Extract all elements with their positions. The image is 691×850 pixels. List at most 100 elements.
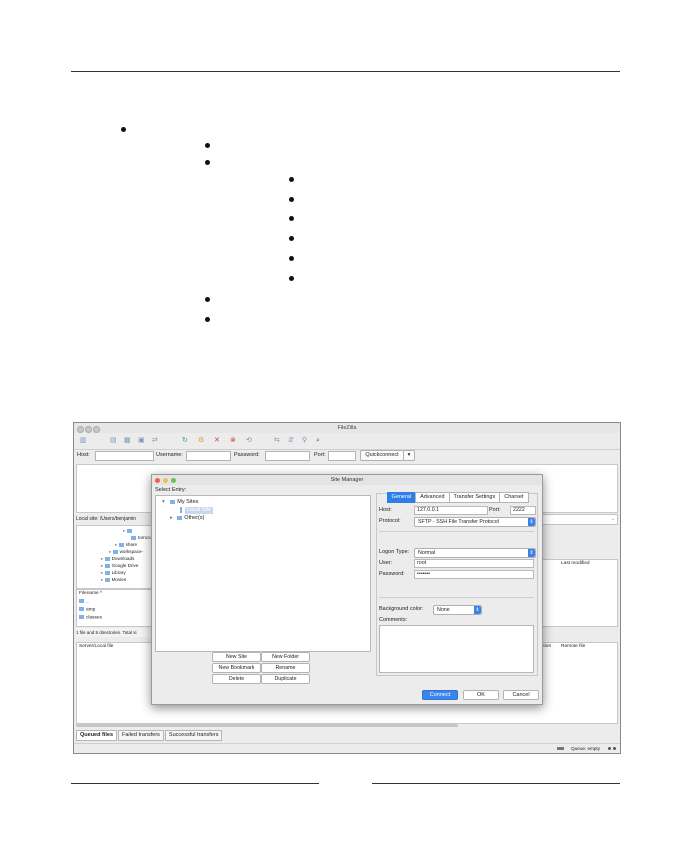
host-input[interactable] — [95, 451, 154, 461]
server-local-file-header[interactable]: Server/Local file — [79, 644, 113, 650]
local-directory-tree[interactable]: ▸ tomco ▸ share ▸ workspace- ▸ Downloads… — [76, 525, 156, 589]
protocol-select[interactable]: SFTP - SSH File Transfer Protocol ⇕ — [414, 517, 536, 527]
tree-item[interactable]: ▸ share — [115, 542, 137, 548]
window-titlebar: FileZilla — [74, 423, 620, 433]
toggle-remote-tree-icon[interactable]: ▣ — [138, 437, 145, 445]
connect-button[interactable]: Connect — [422, 690, 458, 700]
folder-icon — [131, 535, 136, 540]
tree-item[interactable]: ▸ Movies — [101, 577, 126, 583]
cancel-operation-icon[interactable]: ✕ — [214, 437, 220, 445]
remote-file-list[interactable]: Last modified — [540, 559, 618, 627]
background-color-select[interactable]: None ⇕ — [433, 605, 482, 615]
reconnect-icon[interactable]: ⟲ — [246, 437, 252, 445]
new-folder-button[interactable]: New Folder — [261, 652, 310, 662]
minimize-button[interactable] — [163, 477, 168, 483]
port-label: Port: — [489, 507, 501, 513]
close-button[interactable] — [155, 477, 160, 483]
bullet — [289, 197, 294, 202]
tab-queued-files[interactable]: Queued files — [76, 730, 118, 741]
local-site-label: Local site: /Users/benjamin — [76, 516, 137, 522]
host-label: Host: — [379, 507, 392, 513]
tree-item-label: Downloads — [111, 556, 135, 561]
last-modified-column-header[interactable]: Last modified — [561, 561, 590, 567]
tree-item-local-site[interactable]: Local Site — [180, 507, 214, 515]
delete-button[interactable]: Delete — [212, 674, 261, 684]
logon-type-select[interactable]: Normal ⇕ — [414, 548, 536, 558]
tree-item[interactable]: tomco — [131, 535, 151, 541]
ok-button[interactable]: OK — [463, 690, 499, 700]
list-item[interactable]: classes — [79, 615, 102, 621]
close-button[interactable] — [77, 426, 84, 433]
tab-successful-transfers[interactable]: Successful transfers — [164, 730, 223, 741]
bullet — [289, 216, 294, 221]
username-input[interactable] — [186, 451, 231, 461]
new-bookmark-button[interactable]: New Bookmark — [212, 663, 261, 673]
tree-item-label: Google Drive — [111, 563, 139, 568]
toggle-local-tree-icon[interactable]: ▦ — [124, 437, 131, 445]
tab-charset[interactable]: Charset — [499, 492, 529, 503]
zoom-button[interactable] — [93, 426, 100, 433]
tab-transfer-settings[interactable]: Transfer Settings — [448, 492, 501, 503]
dialog-title: Site Manager — [330, 477, 364, 483]
tree-item-label: share — [125, 542, 138, 547]
chevron-down-icon: ▾ — [162, 499, 165, 505]
tree-item-others[interactable]: ▸ Other(s) — [170, 515, 204, 522]
status-bar: Queue: empty — [74, 743, 620, 753]
tree-item[interactable]: ▸ Google Drive — [101, 563, 138, 569]
disconnect-icon[interactable]: ⊗ — [230, 437, 236, 445]
tree-item-label: Other(s) — [184, 515, 205, 521]
horizontal-scrollbar[interactable] — [76, 724, 458, 727]
tab-advanced[interactable]: Advanced — [415, 492, 450, 503]
cancel-button[interactable]: Cancel — [503, 690, 539, 700]
port-input[interactable] — [328, 451, 356, 461]
host-input[interactable]: 127.0.0.1 — [414, 506, 488, 515]
user-label: User: — [379, 560, 393, 566]
list-item[interactable]: .. — [79, 599, 89, 605]
filename-column-header[interactable]: Filename ^ — [79, 591, 102, 597]
tree-item[interactable]: ▸ workspace- — [109, 549, 143, 555]
divider — [379, 531, 534, 532]
minimize-button[interactable] — [85, 426, 92, 433]
site-tree[interactable]: ▾ My Sites Local Site ▸ Other(s) — [155, 495, 371, 652]
user-input[interactable]: root — [414, 559, 534, 568]
rename-button[interactable]: Rename — [261, 663, 310, 673]
sync-browsing-icon[interactable]: ⇵ — [288, 437, 294, 445]
toggle-log-icon[interactable]: ▤ — [110, 437, 117, 445]
password-label: Password: — [379, 571, 405, 577]
process-queue-icon[interactable]: ⚙ — [198, 437, 204, 445]
folder-icon — [104, 577, 110, 582]
tree-item[interactable]: ▸ — [123, 528, 134, 534]
quickconnect-dropdown-icon[interactable]: ▾ — [403, 450, 415, 461]
tab-general[interactable]: General — [386, 492, 417, 503]
comments-textarea[interactable] — [379, 625, 534, 673]
tree-item[interactable]: ▸ Downloads — [101, 556, 134, 562]
window-title: FileZilla — [337, 425, 357, 431]
dialog-titlebar: Site Manager — [152, 475, 542, 485]
remote-site-combo[interactable]: ⌄ — [540, 514, 618, 525]
tab-failed-transfers[interactable]: Failed transfers — [118, 730, 164, 741]
zoom-button[interactable] — [171, 477, 176, 483]
refresh-icon[interactable]: ↻ — [182, 437, 188, 445]
tree-item[interactable]: ▸ Library — [101, 570, 126, 576]
port-input[interactable]: 2222 — [510, 506, 536, 515]
local-file-list[interactable]: Filename ^ .. amp classes — [76, 589, 156, 627]
filter-icon[interactable]: ⚲ — [302, 437, 307, 445]
new-site-button[interactable]: New Site — [212, 652, 261, 662]
list-item-label: amp — [86, 607, 96, 613]
queue-tabs: Queued files Failed transfers Successful t… — [76, 730, 223, 741]
tree-item-my-sites[interactable]: ▾ My Sites — [162, 499, 198, 506]
site-manager-icon[interactable]: ▥ — [80, 437, 87, 445]
toggle-queue-icon[interactable]: ⇄ — [152, 437, 158, 445]
quickconnect-bar: Host: Username: Password: Port: Quickcon… — [74, 450, 620, 462]
list-item[interactable]: amp — [79, 607, 95, 613]
bullet — [289, 177, 294, 182]
remote-file-header[interactable]: Remote file — [561, 644, 585, 650]
search-icon[interactable]: ⌕ — [316, 437, 320, 445]
folder-icon — [79, 599, 84, 603]
activity-indicator-icon — [613, 746, 616, 750]
duplicate-button[interactable]: Duplicate — [261, 674, 310, 684]
password-input[interactable]: ••••••• — [414, 570, 534, 579]
password-input[interactable] — [265, 451, 310, 461]
directory-compare-icon[interactable]: ⇆ — [274, 437, 280, 445]
quickconnect-button[interactable]: Quickconnect — [360, 450, 404, 461]
